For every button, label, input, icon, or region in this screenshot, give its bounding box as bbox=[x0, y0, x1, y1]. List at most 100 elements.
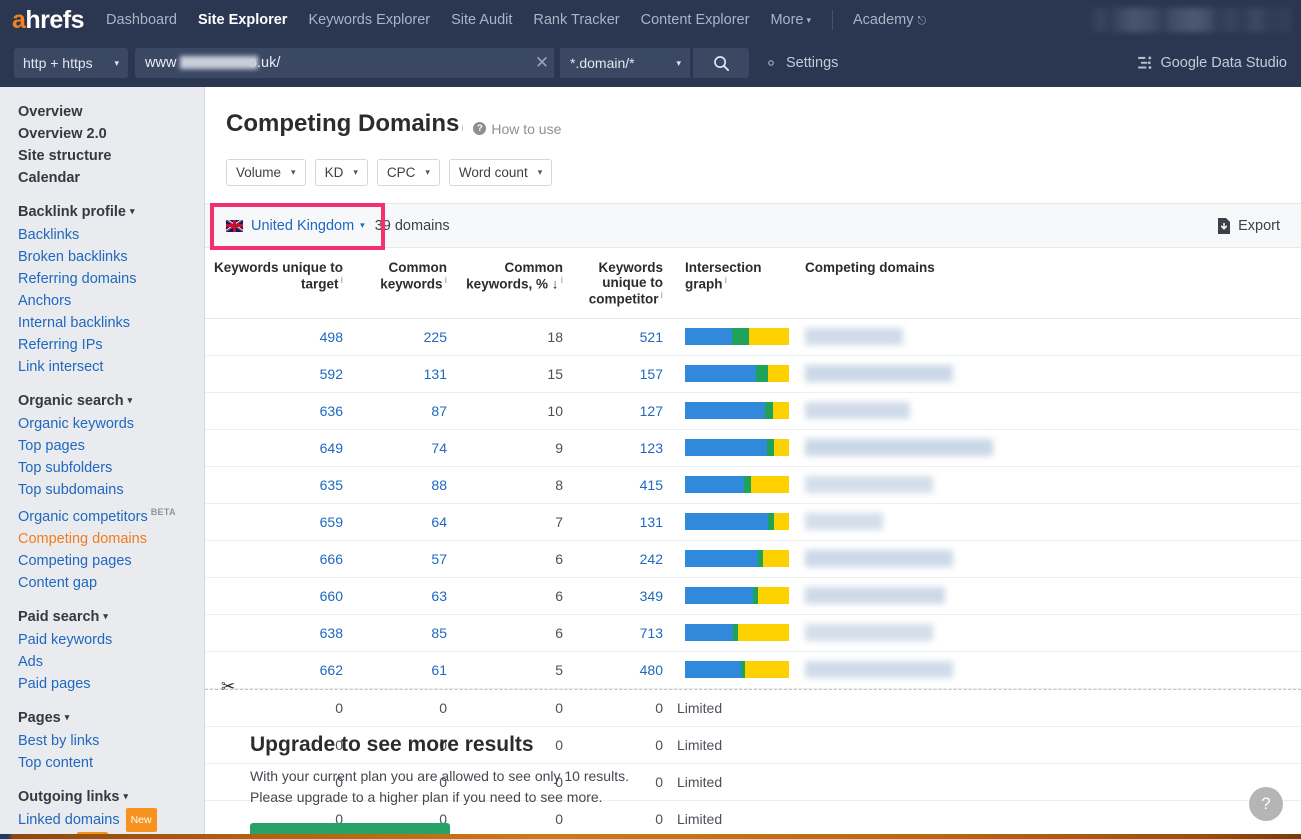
sidebar-group-paid-search[interactable]: Paid search ▾ bbox=[0, 606, 204, 629]
cell-keywords-unique-to-competitor[interactable]: 480 bbox=[577, 651, 677, 689]
cell-keywords-unique-to-competitor[interactable]: 713 bbox=[577, 614, 677, 652]
cell-competing-domain[interactable] bbox=[797, 318, 1301, 356]
sidebar-item-organic-competitors[interactable]: Organic competitors BETA bbox=[0, 501, 204, 528]
cell-competing-domain[interactable] bbox=[797, 651, 1301, 689]
country-selector[interactable]: United Kingdom ▾ bbox=[226, 218, 365, 234]
sidebar-group-site-structure[interactable]: Site structure bbox=[0, 145, 204, 167]
column-header-keywords-unique-to-competitor[interactable]: Keywords unique to competitor i bbox=[577, 248, 677, 319]
sidebar-item-ads[interactable]: Ads bbox=[0, 651, 204, 673]
cell-competing-domain[interactable] bbox=[797, 540, 1301, 578]
cell-competing-domain[interactable] bbox=[797, 503, 1301, 541]
ahrefs-logo[interactable]: ahrefs bbox=[12, 7, 85, 33]
cell-keywords-unique-to-competitor[interactable]: 127 bbox=[577, 392, 677, 430]
cell-common-keywords[interactable]: 74 bbox=[357, 429, 461, 467]
export-button[interactable]: Export bbox=[1217, 217, 1280, 234]
url-input[interactable]: wwwxxxxxxxxxxo.uk/ bbox=[135, 48, 554, 78]
cell-keywords-unique-to-competitor[interactable]: 415 bbox=[577, 466, 677, 504]
cell-competing-domain[interactable] bbox=[797, 577, 1301, 615]
table-row[interactable]: 666 57 6 242 bbox=[205, 540, 1301, 578]
nav-item-dashboard[interactable]: Dashboard bbox=[106, 12, 177, 28]
cell-keywords-unique-to-competitor[interactable]: 349 bbox=[577, 577, 677, 615]
sidebar-group-backlink-profile[interactable]: Backlink profile ▾ bbox=[0, 201, 204, 224]
cell-keywords-unique-to-target[interactable]: 636 bbox=[205, 392, 357, 430]
cell-keywords-unique-to-target[interactable]: 638 bbox=[205, 614, 357, 652]
column-header-competing-domains[interactable]: Competing domains bbox=[797, 248, 1301, 319]
table-row[interactable]: 660 63 6 349 bbox=[205, 577, 1301, 615]
sidebar-item-backlinks[interactable]: Backlinks bbox=[0, 224, 204, 246]
sidebar-item-internal-backlinks[interactable]: Internal backlinks bbox=[0, 312, 204, 334]
clear-search-button[interactable]: ✕ bbox=[530, 48, 554, 78]
cell-keywords-unique-to-target[interactable]: 659 bbox=[205, 503, 357, 541]
cell-keywords-unique-to-target[interactable]: 635 bbox=[205, 466, 357, 504]
sidebar-group-organic-search[interactable]: Organic search ▾ bbox=[0, 390, 204, 413]
sidebar-item-organic-keywords[interactable]: Organic keywords bbox=[0, 413, 204, 435]
search-mode-select[interactable]: *.domain/* ▾ bbox=[560, 48, 690, 78]
nav-item-academy[interactable]: Academy ⎋ bbox=[853, 12, 926, 28]
sidebar-item-content-gap[interactable]: Content gap bbox=[0, 572, 204, 594]
cell-keywords-unique-to-target[interactable]: 660 bbox=[205, 577, 357, 615]
cell-common-keywords[interactable]: 131 bbox=[357, 355, 461, 393]
cell-common-keywords[interactable]: 61 bbox=[357, 651, 461, 689]
cell-keywords-unique-to-competitor[interactable]: 157 bbox=[577, 355, 677, 393]
table-row[interactable]: 638 85 6 713 bbox=[205, 614, 1301, 652]
filter-kd[interactable]: KD ▾ bbox=[314, 159, 368, 186]
info-icon[interactable]: i bbox=[660, 290, 663, 300]
filter-word-count[interactable]: Word count ▾ bbox=[448, 159, 553, 186]
user-account-area[interactable] bbox=[1091, 8, 1291, 32]
info-icon[interactable]: i bbox=[444, 275, 447, 285]
cell-keywords-unique-to-target[interactable]: 649 bbox=[205, 429, 357, 467]
table-row[interactable]: 498 225 18 521 bbox=[205, 318, 1301, 356]
cell-common-keywords[interactable]: 225 bbox=[357, 318, 461, 356]
table-row[interactable]: 649 74 9 123 bbox=[205, 429, 1301, 467]
column-header-keywords-unique-to-target[interactable]: Keywords unique to target i bbox=[205, 248, 357, 319]
cell-keywords-unique-to-competitor[interactable]: 123 bbox=[577, 429, 677, 467]
cell-competing-domain[interactable] bbox=[797, 429, 1301, 467]
nav-item-site-explorer[interactable]: Site Explorer bbox=[198, 12, 287, 28]
sidebar-item-top-subdomains[interactable]: Top subdomains bbox=[0, 479, 204, 501]
sidebar-item-linked-domains[interactable]: Linked domains New bbox=[0, 807, 204, 833]
sidebar-group-pages[interactable]: Pages ▾ bbox=[0, 707, 204, 730]
column-header-common-keywords-pct[interactable]: Common keywords, % ↓ i bbox=[461, 248, 577, 319]
cell-common-keywords[interactable]: 85 bbox=[357, 614, 461, 652]
table-row[interactable]: 592 131 15 157 bbox=[205, 355, 1301, 393]
info-icon[interactable]: i bbox=[461, 123, 463, 133]
cell-keywords-unique-to-competitor[interactable]: 521 bbox=[577, 318, 677, 356]
column-header-common-keywords[interactable]: Common keywords i bbox=[357, 248, 461, 319]
cell-keywords-unique-to-target[interactable]: 666 bbox=[205, 540, 357, 578]
info-icon[interactable]: i bbox=[725, 275, 728, 285]
table-row[interactable]: 659 64 7 131 bbox=[205, 503, 1301, 541]
nav-item-site-audit[interactable]: Site Audit bbox=[451, 12, 512, 28]
cell-competing-domain[interactable] bbox=[797, 392, 1301, 430]
help-button[interactable]: ? bbox=[1249, 787, 1283, 821]
table-row[interactable]: 636 87 10 127 bbox=[205, 392, 1301, 430]
sidebar-item-top-subfolders[interactable]: Top subfolders bbox=[0, 457, 204, 479]
cell-common-keywords[interactable]: 88 bbox=[357, 466, 461, 504]
search-button[interactable] bbox=[693, 48, 749, 78]
sidebar-item-paid-keywords[interactable]: Paid keywords bbox=[0, 629, 204, 651]
cell-competing-domain[interactable] bbox=[797, 614, 1301, 652]
table-row[interactable]: 635 88 8 415 bbox=[205, 466, 1301, 504]
protocol-select[interactable]: http + https ▾ bbox=[14, 48, 128, 78]
sidebar-item-referring-ips[interactable]: Referring IPs bbox=[0, 334, 204, 356]
info-icon[interactable]: i bbox=[560, 275, 563, 285]
sidebar-item-top-content[interactable]: Top content bbox=[0, 752, 204, 774]
nav-item-content-explorer[interactable]: Content Explorer bbox=[641, 12, 750, 28]
filter-volume[interactable]: Volume ▾ bbox=[226, 159, 306, 186]
cell-keywords-unique-to-target[interactable]: 498 bbox=[205, 318, 357, 356]
cell-competing-domain[interactable] bbox=[797, 466, 1301, 504]
info-icon[interactable]: i bbox=[340, 275, 343, 285]
nav-item-rank-tracker[interactable]: Rank Tracker bbox=[533, 12, 619, 28]
filter-cpc[interactable]: CPC ▾ bbox=[376, 159, 440, 186]
cell-common-keywords[interactable]: 63 bbox=[357, 577, 461, 615]
sidebar-item-broken-backlinks[interactable]: Broken backlinks bbox=[0, 246, 204, 268]
sidebar-item-competing-pages[interactable]: Competing pages bbox=[0, 550, 204, 572]
sidebar-group-calendar[interactable]: Calendar bbox=[0, 167, 204, 189]
sidebar-item-paid-pages[interactable]: Paid pages bbox=[0, 673, 204, 695]
sidebar-item-referring-domains[interactable]: Referring domains bbox=[0, 268, 204, 290]
sidebar-item-competing-domains[interactable]: Competing domains bbox=[0, 528, 204, 550]
nav-item-more[interactable]: More ▾ bbox=[770, 12, 811, 28]
cell-keywords-unique-to-competitor[interactable]: 242 bbox=[577, 540, 677, 578]
google-data-studio-button[interactable]: Google Data Studio bbox=[1138, 48, 1287, 78]
cell-common-keywords[interactable]: 64 bbox=[357, 503, 461, 541]
how-to-use-link[interactable]: ? How to use bbox=[473, 121, 561, 137]
